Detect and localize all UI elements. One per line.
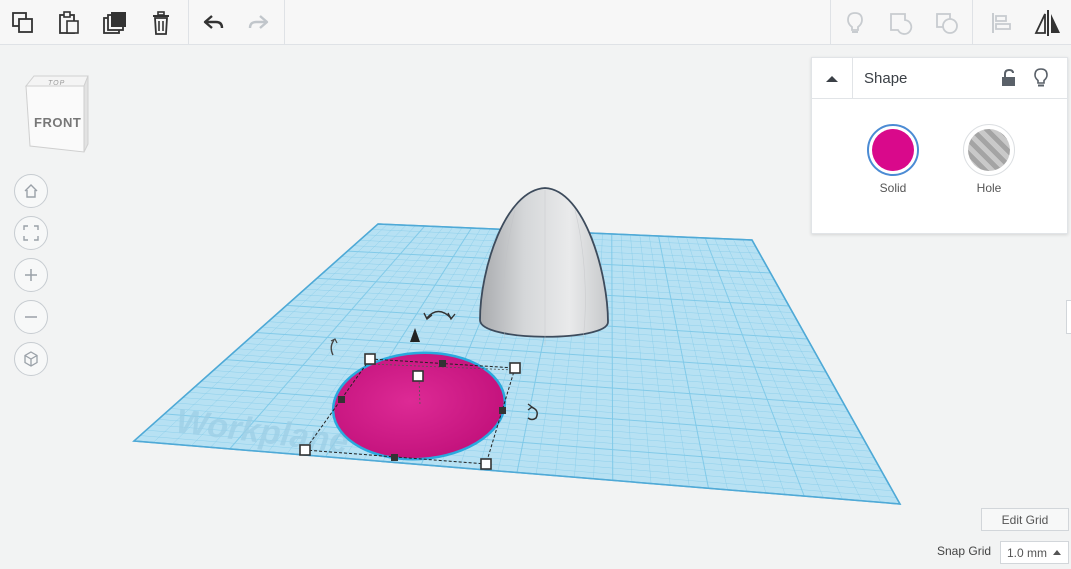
toolbar-divider	[972, 0, 973, 45]
collapse-panel-button[interactable]	[812, 58, 853, 99]
home-view-icon	[24, 184, 38, 198]
unlock-icon	[1002, 69, 1015, 86]
delete-icon	[153, 10, 169, 35]
mirror-button[interactable]	[1024, 0, 1071, 45]
fit-all-icon	[23, 225, 39, 241]
paste-button[interactable]	[46, 0, 92, 45]
zoom-out-icon	[25, 316, 37, 318]
resize-handle-edge[interactable]	[391, 454, 398, 461]
toolbar	[0, 0, 1071, 45]
perspective-button[interactable]	[14, 342, 48, 376]
zoom-in-icon	[25, 269, 37, 281]
panel-header: Shape	[812, 58, 1067, 99]
zoom-out-button[interactable]	[14, 300, 48, 334]
home-view-button[interactable]	[14, 174, 48, 208]
hole-swatch[interactable]	[963, 124, 1015, 176]
lock-button[interactable]	[998, 66, 1020, 90]
caret-up-icon	[1053, 550, 1061, 555]
arrange-tools	[978, 0, 1071, 45]
snap-grid-select[interactable]: 1.0 mm	[1000, 541, 1069, 564]
shape-tools	[832, 0, 970, 45]
align-icon	[992, 12, 1011, 33]
ungroup-icon	[936, 12, 958, 34]
undo-icon	[203, 14, 224, 29]
resize-handle-edge[interactable]	[439, 360, 446, 367]
toolbar-divider	[830, 0, 831, 45]
side-panel-tab[interactable]	[1066, 300, 1071, 334]
show-all-button[interactable]	[832, 0, 878, 45]
perspective-icon	[24, 351, 38, 367]
duplicate-icon	[103, 11, 126, 34]
group-button[interactable]	[878, 0, 924, 45]
height-resize-handle[interactable]	[412, 370, 424, 382]
snap-grid-value: 1.0 mm	[1007, 545, 1048, 560]
edit-tools	[0, 0, 184, 45]
show-all-icon	[847, 11, 863, 33]
resize-handle-edge[interactable]	[338, 396, 345, 403]
view-cube[interactable]: TOP FRONT	[22, 72, 92, 156]
redo-icon	[248, 14, 269, 29]
zoom-in-button[interactable]	[14, 258, 48, 292]
delete-button[interactable]	[138, 0, 184, 45]
resize-handle-edge[interactable]	[499, 407, 506, 414]
duplicate-button[interactable]	[92, 0, 138, 45]
ungroup-button[interactable]	[924, 0, 970, 45]
edit-grid-button[interactable]: Edit Grid	[981, 508, 1069, 531]
resize-handle-corner[interactable]	[509, 362, 521, 374]
snap-grid-label: Snap Grid	[937, 544, 992, 558]
shape-inspector-panel: Shape Solid Hole	[811, 57, 1068, 234]
undo-button[interactable]	[190, 0, 236, 45]
mirror-icon	[1034, 9, 1060, 36]
caret-up-icon	[826, 75, 838, 82]
align-button[interactable]	[978, 0, 1024, 45]
fit-all-button[interactable]	[14, 216, 48, 250]
history-tools	[190, 0, 282, 45]
resize-handle-corner[interactable]	[480, 458, 492, 470]
lightbulb-icon	[1034, 68, 1048, 87]
copy-button[interactable]	[0, 0, 46, 45]
toolbar-divider	[188, 0, 189, 45]
solid-color-swatch[interactable]	[867, 124, 919, 176]
group-icon	[890, 12, 913, 35]
toolbar-divider	[284, 0, 285, 45]
visibility-button[interactable]	[1030, 66, 1052, 90]
view-cube-front-label: FRONT	[34, 115, 82, 130]
view-cube-top-label: TOP	[48, 80, 66, 87]
redo-button[interactable]	[236, 0, 282, 45]
panel-title: Shape	[864, 70, 908, 87]
solid-label: Solid	[879, 181, 907, 195]
resize-handle-corner[interactable]	[299, 444, 311, 456]
copy-icon	[12, 11, 33, 33]
hole-label: Hole	[976, 181, 1002, 195]
resize-handle-corner[interactable]	[364, 353, 376, 365]
paste-icon	[59, 10, 79, 34]
paraboloid-shape[interactable]	[479, 187, 609, 345]
